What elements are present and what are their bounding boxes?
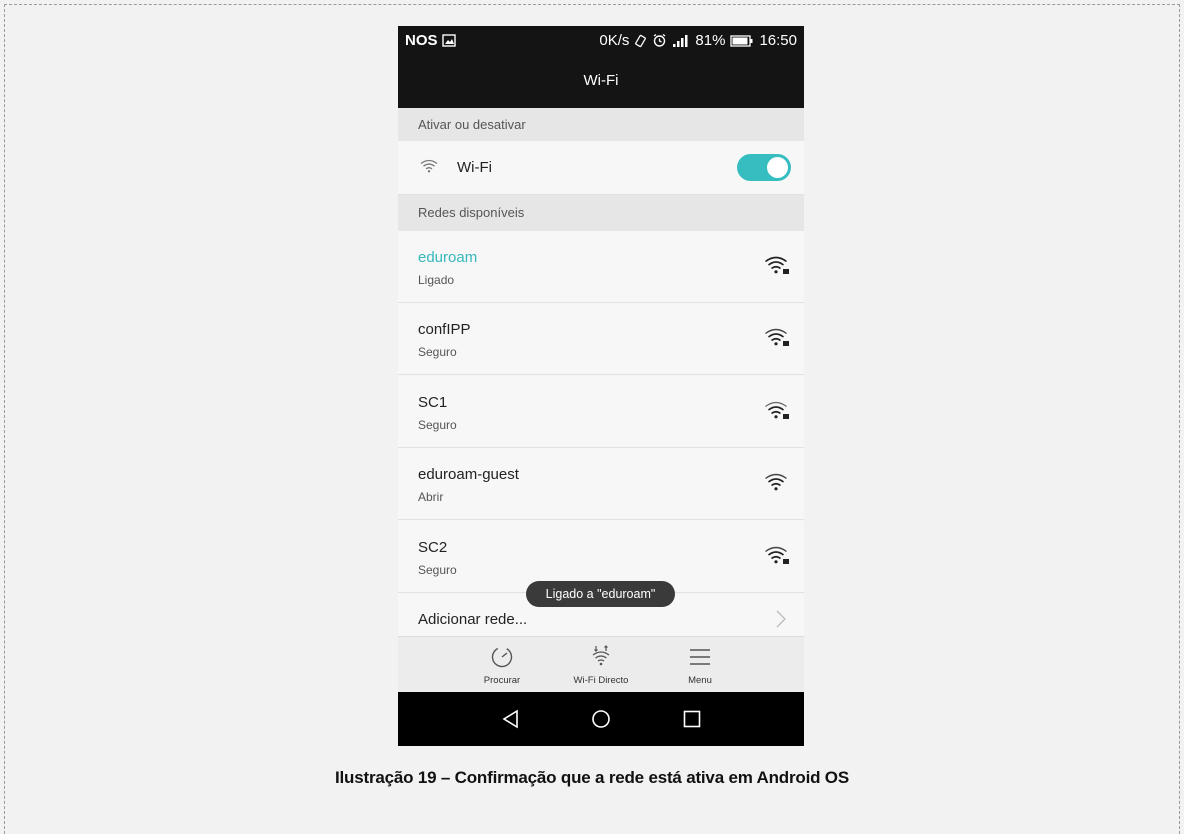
chevron-right-icon [776, 610, 786, 628]
signal-icon [673, 34, 688, 47]
wifi-lock-icon [765, 401, 789, 419]
toggle-knob [767, 157, 788, 178]
network-status: Seguro [418, 418, 457, 432]
bottom-action-bar: Procurar Wi-Fi Directo Menu [398, 636, 804, 692]
wifi-direct-button[interactable]: Wi-Fi Directo [556, 637, 646, 693]
add-network-label: Adicionar rede... [418, 611, 528, 628]
image-icon [441, 34, 456, 47]
carrier-label: NOS [405, 32, 438, 49]
wifi-icon [765, 473, 787, 491]
network-status: Seguro [418, 345, 457, 359]
network-name: SC1 [418, 394, 448, 411]
home-icon[interactable] [591, 709, 611, 729]
network-status: Ligado [418, 273, 455, 287]
wifi-toggle-switch[interactable] [737, 154, 791, 181]
wifi-lock-icon [765, 546, 789, 564]
scan-label: Procurar [483, 675, 521, 686]
recents-icon[interactable] [682, 709, 702, 729]
phone-screenshot: NOS 0K/s 81% 16:50 Wi-Fi Ativar ou desat… [398, 26, 804, 746]
battery-icon [730, 34, 753, 47]
battery-percent: 81% [695, 32, 726, 49]
wifi-icon [420, 159, 438, 173]
status-bar: NOS 0K/s 81% 16:50 [398, 26, 804, 56]
section-header-networks: Redes disponíveis [398, 195, 804, 231]
system-nav-bar [398, 692, 804, 746]
network-row-eduroam-guest[interactable]: eduroam-guest Abrir [398, 448, 804, 520]
clock: 16:50 [759, 32, 797, 49]
toast-message: Ligado a "eduroam" [526, 581, 675, 607]
network-status: Abrir [418, 490, 444, 504]
page-title: Wi-Fi [583, 72, 619, 89]
menu-button[interactable]: Menu [655, 637, 745, 693]
wifi-direct-icon [592, 645, 610, 666]
back-icon[interactable] [501, 709, 521, 729]
wifi-lock-icon [765, 256, 789, 274]
network-status: Seguro [418, 563, 457, 577]
network-row-confipp[interactable]: confIPP Seguro [398, 303, 804, 375]
scan-icon [491, 646, 513, 668]
vibrate-icon [635, 34, 647, 47]
network-name: eduroam-guest [418, 466, 519, 483]
network-name: SC2 [418, 539, 448, 556]
network-name: confIPP [418, 321, 471, 338]
scan-button[interactable]: Procurar [457, 637, 547, 693]
wifi-direct-label: Wi-Fi Directo [573, 675, 629, 686]
network-name: eduroam [418, 249, 478, 266]
app-title-bar: Wi-Fi [398, 56, 804, 108]
network-speed: 0K/s [599, 32, 630, 49]
wifi-lock-icon [765, 328, 789, 346]
alarm-icon [654, 33, 666, 47]
wifi-toggle-row[interactable]: Wi-Fi [398, 141, 804, 195]
menu-icon [690, 649, 710, 665]
network-row-eduroam[interactable]: eduroam Ligado [398, 231, 804, 303]
figure-caption: Ilustração 19 – Confirmação que a rede e… [335, 768, 849, 787]
section-header-toggle: Ativar ou desativar [398, 108, 804, 141]
network-row-sc1[interactable]: SC1 Seguro [398, 376, 804, 448]
wifi-toggle-label: Wi-Fi [457, 159, 492, 176]
menu-label: Menu [688, 675, 712, 686]
